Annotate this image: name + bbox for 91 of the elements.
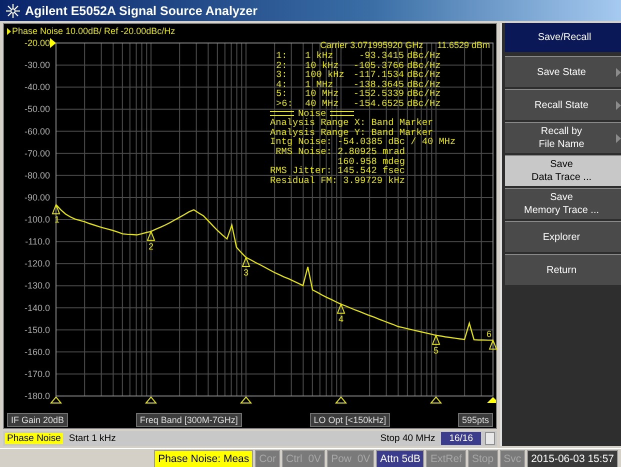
noise-readout-line: Analysis Range Y: Band Marker [270, 128, 434, 138]
y-tick-label: -160.0 [24, 346, 50, 357]
marker-number: 2: [276, 60, 288, 70]
y-tick-label: -140.0 [24, 302, 50, 313]
axis-triangle-icon [430, 396, 442, 404]
window-title: Agilent E5052A Signal Source Analyzer [25, 4, 258, 18]
marker-icon [488, 338, 498, 350]
y-tick-label: -30.00 [24, 60, 50, 70]
axis-triangle-icon [240, 396, 252, 404]
marker-frequency: 40 MHz [305, 98, 339, 109]
y-tick-label: -20.00 [24, 38, 50, 48]
marker-number: 3: [276, 70, 288, 80]
marker-frequency: 1 kHz [305, 51, 334, 61]
noise-readout-line: Intg Noise: -54.0385 dBc / 40 MHz [270, 137, 457, 147]
noise-readout-line: 160.958 mdeg [336, 156, 406, 166]
marker-number: 1: [276, 51, 288, 61]
marker-unit: dBc/Hz [407, 80, 441, 90]
starburst-logo-icon [6, 4, 20, 18]
measurement-label: Phase Noise [5, 433, 63, 444]
reference-triangle-icon [50, 38, 56, 48]
y-tick-label: -40.00 [24, 82, 50, 92]
status-indicator: 2015-06-03 15:57 [527, 450, 618, 467]
softkey-button[interactable]: Save Data Trace ... [505, 155, 621, 186]
marker-number: 4: [276, 80, 288, 90]
start-frequency: Start 1 kHz [68, 433, 117, 444]
info-field: 595pts [458, 413, 493, 427]
marker-icon [242, 256, 250, 267]
y-tick-label: -80.00 [24, 170, 50, 180]
marker-value: -152.5339 [353, 89, 404, 99]
marker-number: >6: [276, 98, 293, 109]
marker-label: 3 [244, 267, 248, 278]
noise-readout-line: Analysis Range X: Band Marker [270, 118, 434, 128]
y-tick-label: -150.0 [24, 324, 50, 335]
marker-frequency: 1 MHz [305, 80, 334, 90]
trace-count: 16/16 [441, 432, 481, 445]
marker-unit: dBc/Hz [407, 89, 441, 99]
marker-frequency: 10 MHz [305, 89, 339, 99]
axis-triangle-icon [50, 396, 62, 404]
marker-value: -138.3645 [353, 80, 404, 90]
softkey-button[interactable]: Recall State [505, 89, 621, 120]
marker-icon [432, 334, 440, 345]
status-indicator: Phase Noise: Meas [154, 450, 254, 467]
marker-unit: dBc/Hz [407, 60, 441, 70]
blank-indicator [485, 432, 495, 445]
y-tick-label: -100.0 [24, 214, 50, 224]
softkey-button[interactable]: Save State [505, 56, 621, 87]
softkey-button[interactable]: Explorer [505, 221, 621, 252]
axis-triangle-icon [144, 396, 158, 404]
marker-label: 4 [338, 314, 344, 324]
y-tick-label: -180.0 [24, 391, 50, 401]
marker-value: -105.3766 [353, 60, 404, 70]
softkey-button[interactable]: Save Memory Trace ... [505, 188, 621, 219]
softkey-menu-title: Save/Recall [505, 23, 621, 52]
softkey-button[interactable]: Return [505, 254, 621, 285]
noise-readout-line: RMS Noise: 2.80925 mrad [276, 146, 406, 157]
marker-icon [52, 203, 60, 214]
stop-frequency: Stop 40 MHz [379, 433, 436, 444]
axis-triangle-icon [334, 396, 348, 404]
noise-readout-line: RMS Jitter: 145.542 fsec [270, 166, 406, 176]
marker-unit: dBc/Hz [407, 70, 441, 80]
y-tick-label: -120.0 [24, 258, 50, 269]
marker-value: -154.6525 [353, 98, 404, 109]
marker-label: 5 [434, 345, 438, 356]
y-tick-label: -90.00 [24, 192, 50, 202]
softkey-button[interactable]: Recall by File Name [505, 122, 621, 153]
noise-readout-line: Residual FM: 3.99729 kHz [270, 176, 406, 186]
y-tick-label: -110.0 [25, 236, 50, 247]
y-tick-label: -170.0 [24, 368, 50, 379]
status-indicator: Attn 5dB [376, 450, 424, 467]
y-tick-label: -70.00 [24, 148, 50, 158]
marker-frequency: 100 kHz [305, 70, 344, 80]
marker-value: -93.3415 [358, 51, 404, 61]
marker-label: 2 [148, 241, 154, 252]
marker-icon [146, 230, 156, 241]
stop-triangle-icon [487, 397, 496, 403]
marker-value: -117.1534 [353, 70, 404, 80]
y-tick-label: -60.00 [24, 126, 50, 136]
marker-icon [336, 302, 346, 314]
marker-number: 5: [276, 89, 288, 99]
marker-frequency: 10 kHz [305, 60, 339, 70]
marker-unit: dBc/Hz [407, 98, 441, 109]
y-tick-label: -50.00 [24, 104, 50, 114]
y-tick-label: -130.0 [24, 280, 50, 291]
trace-header: Phase Noise 10.00dB/ Ref -20.00dBc/Hz [12, 26, 176, 36]
info-field: Freq Band [300M-7GHz] [136, 413, 242, 427]
info-field: IF Gain 20dB [7, 413, 68, 427]
active-trace-icon [7, 28, 11, 34]
marker-label: 6 [486, 329, 492, 340]
marker-unit: dBc/Hz [407, 51, 441, 61]
section-heading: Noise [298, 108, 326, 118]
info-field: LO Opt [<150kHz] [310, 413, 390, 427]
